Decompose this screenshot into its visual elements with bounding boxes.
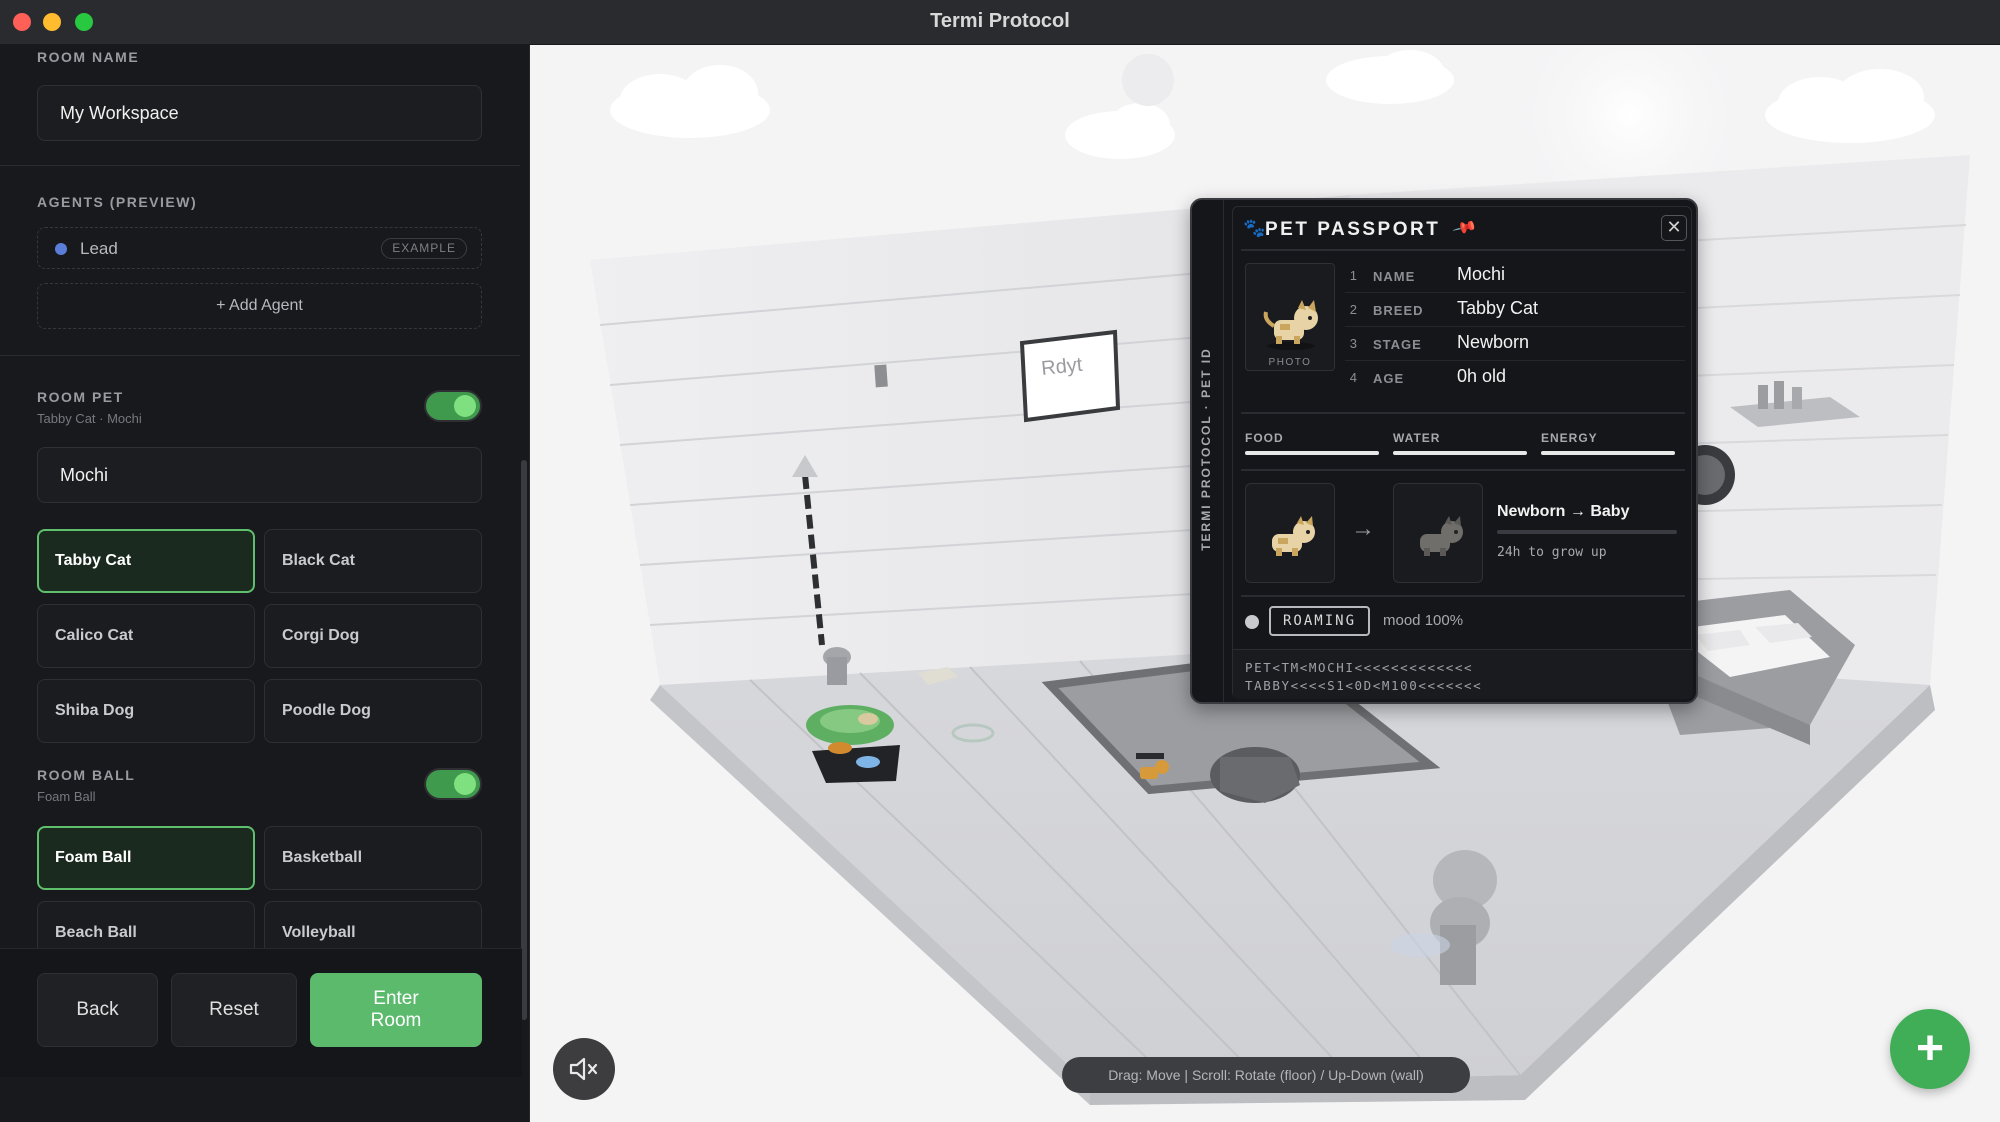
stat-food: FOOD [1245,431,1379,455]
evolution-next [1393,483,1483,583]
agent-name: Lead [80,239,118,258]
room-pet-toggle[interactable] [424,390,482,422]
stat-fill [1541,451,1675,455]
evolution-title: Newborn → Baby [1497,503,1630,520]
reset-button[interactable]: Reset [171,973,297,1047]
pet-option-tabby-cat[interactable]: Tabby Cat [37,529,255,593]
machine-readable-zone: PET<TM<MOCHI<<<<<<<<<<<<< TABBY<<<<S1<0D… [1233,649,1693,699]
field-number: 2 [1349,302,1357,317]
passport-page: 🐾 PET PASSPORT 📌 ✕ PHOTO 1 NAME Mochi 2 … [1232,206,1693,699]
field-key: BREED [1373,303,1424,318]
status-badge: ROAMING [1269,606,1371,636]
field-value: 0h old [1457,366,1507,386]
speaker-muted-icon [569,1057,598,1081]
evolution-subtitle: 24h to grow up [1497,545,1607,560]
evolution-current [1245,483,1335,583]
passport-field-breed: 2 BREED Tabby Cat [1345,293,1685,327]
room-ball-toggle[interactable] [424,768,482,800]
stat-label: FOOD [1245,431,1284,445]
divider [0,165,520,166]
divider [0,355,520,356]
field-number: 1 [1349,268,1357,283]
toggle-knob [454,395,476,417]
passport-spine-text: TERMI PROTOCOL · PET ID [1199,347,1213,551]
pet-passport-panel: TERMI PROTOCOL · PET ID 🐾 PET PASSPORT 📌… [1190,198,1698,704]
mute-button[interactable] [553,1038,615,1100]
pet-option-poodle-dog[interactable]: Poodle Dog [264,679,482,743]
pet-option-shiba-dog[interactable]: Shiba Dog [37,679,255,743]
evolution-progress [1497,530,1677,534]
arrow-right-icon: → [1351,515,1375,542]
pet-option-calico-cat[interactable]: Calico Cat [37,604,255,668]
stat-label: WATER [1393,431,1441,445]
passport-field-stage: 3 STAGE Newborn [1345,327,1685,361]
agents-label: AGENTS (PREVIEW) [37,194,198,210]
divider [1241,469,1685,471]
pet-option-corgi-dog[interactable]: Corgi Dog [264,604,482,668]
ball-option-basketball[interactable]: Basketball [264,826,482,890]
room-ball-subtitle: Foam Ball [37,789,96,804]
agent-status-dot [55,243,67,255]
ball-option-foam-ball[interactable]: Foam Ball [37,826,255,890]
example-badge: EXAMPLE [381,238,467,259]
title-bar: Termi Protocol [0,0,2000,45]
field-key: STAGE [1373,337,1422,352]
room-ball-label: ROOM BALL [37,767,136,783]
pet-option-black-cat[interactable]: Black Cat [264,529,482,593]
plus-icon: + [1915,1022,1945,1075]
stat-fill [1393,451,1527,455]
room-pet-subtitle: Tabby Cat · Mochi [37,411,142,426]
stat-bar [1393,451,1527,455]
sidebar-scrollbar[interactable] [521,460,527,1020]
field-key: AGE [1373,371,1405,386]
status-dot [1245,615,1259,629]
divider [1241,249,1685,251]
divider [1241,595,1685,597]
controls-hint: Drag: Move | Scroll: Rotate (floor) / Up… [1062,1057,1470,1093]
add-agent-button[interactable]: + Add Agent [37,283,482,329]
field-number: 4 [1349,370,1357,385]
stat-energy: ENERGY [1541,431,1675,455]
stat-bar [1541,451,1675,455]
stat-bar [1245,451,1379,455]
field-value: Newborn [1457,332,1530,352]
pet-name-input[interactable]: Mochi [37,447,482,503]
close-icon[interactable]: ✕ [1661,215,1687,241]
field-key: NAME [1373,269,1416,284]
pin-icon[interactable]: 📌 [1451,214,1478,241]
photo-label: PHOTO [1268,357,1312,368]
newborn-sprite-icon [1272,516,1315,556]
mrz-line-1: PET<TM<MOCHI<<<<<<<<<<<<< [1245,660,1474,675]
baby-sprite-icon [1420,516,1463,556]
field-value: Mochi [1457,264,1506,284]
mrz-line-2: TABBY<<<<S1<0D<M100<<<<<<< [1245,678,1483,693]
add-button[interactable]: + [1890,1009,1970,1089]
passport-spine: TERMI PROTOCOL · PET ID [1192,200,1224,702]
stat-water: WATER [1393,431,1527,455]
passport-title: PET PASSPORT [1265,219,1441,240]
room-name-label: ROOM NAME [37,49,140,65]
mood-text: mood 100% [1383,612,1464,629]
toggle-knob [454,773,476,795]
field-number: 3 [1349,336,1357,351]
paw-icon: 🐾 [1243,218,1266,238]
pet-photo: PHOTO [1245,263,1335,371]
stat-fill [1245,451,1379,455]
room-pet-label: ROOM PET [37,389,124,405]
divider [1241,412,1685,414]
agent-row-lead[interactable]: Lead EXAMPLE [37,227,482,269]
stat-label: ENERGY [1541,431,1598,445]
enter-room-button[interactable]: Enter Room [310,973,482,1047]
passport-field-name: 1 NAME Mochi [1345,259,1685,293]
passport-field-age: 4 AGE 0h old [1345,361,1685,395]
room-name-input[interactable]: My Workspace [37,85,482,141]
whiteboard-text: Rdyt [1040,354,1084,380]
back-button[interactable]: Back [37,973,158,1047]
field-value: Tabby Cat [1457,298,1539,318]
pet-sprite-icon [1263,300,1318,350]
window-title: Termi Protocol [930,10,1070,32]
